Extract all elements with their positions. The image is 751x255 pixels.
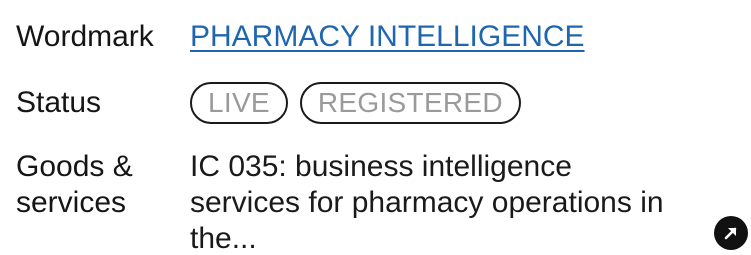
goods-services-label-line2: services [16,186,127,219]
goods-services-label-line1: Goods & [16,150,133,183]
status-badge-live: LIVE [190,82,288,124]
goods-services-text: IC 035: business intelligence services f… [190,150,664,255]
arrow-up-right-icon [724,227,737,240]
status-badges: LIVE REGISTERED [190,82,533,124]
wordmark-value: PHARMACY INTELLIGENCE [190,19,585,55]
status-badge-registered: REGISTERED [299,82,521,124]
wordmark-link[interactable]: PHARMACY INTELLIGENCE [190,20,585,53]
wordmark-label: Wordmark [16,20,154,53]
open-details-button[interactable] [714,216,748,250]
trademark-card: Wordmark PHARMACY INTELLIGENCE Status LI… [0,0,751,255]
status-label: Status [16,86,102,119]
goods-services-label: Goods & services [16,149,133,221]
